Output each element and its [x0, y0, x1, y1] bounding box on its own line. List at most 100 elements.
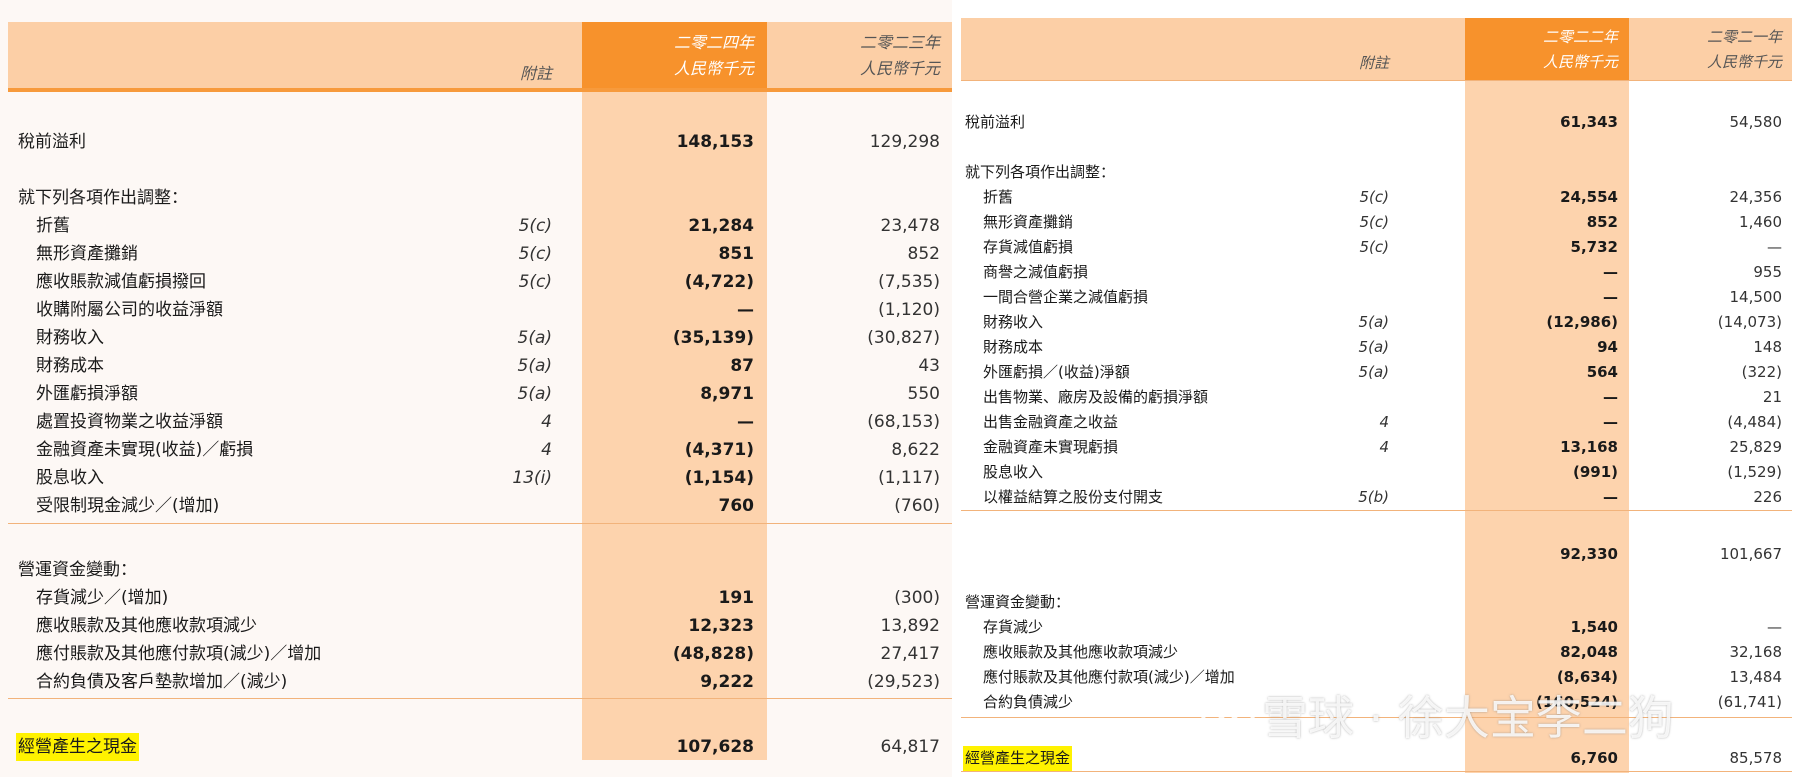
table-row: 存貨減值虧損 5(c) 5,732 — [953, 235, 1800, 263]
value-2022: — [1603, 388, 1618, 406]
value-2022: 6,760 [1570, 749, 1618, 767]
row-label: 金融資產未實現(收益)／虧損 [36, 440, 254, 460]
table-row: 應收賬款及其他應收款項減少 12,323 13,892 [0, 612, 952, 640]
value-2021: 955 [1753, 263, 1782, 281]
value-2024: (35,139) [672, 328, 754, 348]
table-row: 出售金融資產之收益 4 — (4,484) [953, 410, 1800, 438]
row-note: 5(c) [1359, 188, 1390, 206]
row-label: 應付賬款及其他應付款項(減少)／增加 [983, 668, 1235, 686]
value-2023: (30,827) [867, 328, 940, 348]
table-row: 受限制現金減少／(增加) 760 (760) [0, 492, 952, 520]
table-row: 外匯虧損／(收益)淨額 5(a) 564 (322) [953, 360, 1800, 388]
value-2021: (14,073) [1717, 313, 1782, 331]
value-2022: 92,330 [1560, 545, 1618, 563]
table-row: 稅前溢利 148,153 129,298 [0, 128, 952, 156]
divider [8, 698, 952, 699]
value-2023: 23,478 [880, 216, 940, 236]
header-underline [961, 80, 1792, 81]
row-label: 無形資產攤銷 [36, 244, 138, 264]
table-row: 股息收入 13(i) (1,154) (1,117) [0, 464, 952, 492]
row-label: 應付賬款及其他應付款項(減少)／增加 [36, 644, 322, 664]
total-row: 經營產生之現金 107,628 64,817 [0, 733, 952, 761]
row-label: 財務收入 [983, 313, 1044, 331]
row-note: 5(a) [517, 356, 553, 376]
row-label: 應收賬款減值虧損撥回 [36, 272, 206, 292]
value-2022: — [1603, 488, 1618, 506]
row-note: 13(i) [512, 468, 552, 488]
value-2021: (1,529) [1727, 463, 1782, 481]
row-label: 處置投資物業之收益淨額 [36, 412, 223, 432]
table-row: 一間合營企業之減值虧損 — 14,500 [953, 285, 1800, 313]
value-2024: 9,222 [700, 672, 754, 692]
row-note: 4 [541, 440, 552, 460]
col2-unit: 人民幣千元 [1706, 53, 1782, 71]
value-2021: 85,578 [1729, 749, 1783, 767]
table-row: 金融資產未實現虧損 4 13,168 25,829 [953, 435, 1800, 463]
value-2021: 25,829 [1729, 438, 1783, 456]
value-2023: (300) [894, 588, 940, 608]
table-row: 折舊 5(c) 24,554 24,356 [953, 185, 1800, 213]
value-2021: 13,484 [1729, 668, 1783, 686]
value-2024: 851 [718, 244, 755, 264]
value-2022: 564 [1586, 363, 1618, 381]
value-2021: 21 [1762, 388, 1782, 406]
row-note: 5(a) [1358, 363, 1389, 381]
row-note: 4 [1379, 413, 1389, 431]
total-row: 經營產生之現金 6,760 85,578 [953, 746, 1800, 774]
col2-year: 二零二三年 [859, 33, 940, 52]
row-label: 應收賬款及其他應收款項減少 [983, 643, 1179, 661]
col1-unit: 人民幣千元 [673, 59, 754, 78]
table-row: 應付賬款及其他應付款項(減少)／增加 (48,828) 27,417 [0, 640, 952, 668]
row-label: 營運資金變動： [18, 560, 137, 580]
value-2022: 13,168 [1560, 438, 1618, 456]
row-note: 5(a) [517, 384, 553, 404]
divider [8, 523, 952, 524]
cashflow-table-2022: 附註 二零二二年 人民幣千元 二零二一年 人民幣千元 稅前溢利 61,343 5… [953, 0, 1800, 777]
value-2023: 27,417 [880, 644, 940, 664]
col1-year: 二零二四年 [673, 33, 754, 52]
table-row: 存貨減少／(增加) 191 (300) [0, 584, 952, 612]
row-note: 5(b) [1358, 488, 1389, 506]
row-label: 合約負債及客戶墊款增加／(減少) [36, 672, 288, 692]
row-note: 5(a) [1358, 338, 1389, 356]
value-2024: (4,371) [684, 440, 754, 460]
row-note: 5(c) [1359, 213, 1390, 231]
row-label: 受限制現金減少／(增加) [36, 496, 220, 516]
value-2021: 226 [1753, 488, 1782, 506]
row-label: 無形資產攤銷 [983, 213, 1074, 231]
row-label: 存貨減少 [983, 618, 1044, 636]
table-row: 財務成本 5(a) 94 148 [953, 335, 1800, 363]
xueqiu-logo-icon [1200, 694, 1256, 750]
value-2022: 5,732 [1570, 238, 1618, 256]
value-2023: 550 [907, 384, 940, 404]
value-2023: 8,622 [891, 440, 940, 460]
table-row: 合約負債及客戶墊款增加／(減少) 9,222 (29,523) [0, 668, 952, 696]
value-2023: (68,153) [867, 412, 940, 432]
col1-unit: 人民幣千元 [1542, 53, 1618, 71]
row-label: 就下列各項作出調整： [18, 188, 188, 208]
value-2022: (12,986) [1546, 313, 1618, 331]
value-2024: 107,628 [676, 737, 754, 757]
section-heading: 就下列各項作出調整： [0, 184, 952, 212]
row-label: 外匯虧損淨額 [36, 384, 138, 404]
note-column-header: 附註 [1358, 54, 1389, 72]
value-2024: 8,971 [700, 384, 754, 404]
value-2023: 852 [907, 244, 940, 264]
value-2021: — [1767, 238, 1782, 256]
table-row: 稅前溢利 61,343 54,580 [953, 110, 1800, 138]
cashflow-table-2024: 附註 二零二四年 人民幣千元 二零二三年 人民幣千元 稅前溢利 148,153 … [0, 0, 952, 777]
value-2022: — [1603, 263, 1618, 281]
value-2024: 12,323 [688, 616, 754, 636]
row-note: 5(c) [1359, 238, 1390, 256]
value-2022: — [1603, 413, 1618, 431]
value-2024: — [737, 412, 754, 432]
row-label: 股息收入 [983, 463, 1044, 481]
value-2024: (1,154) [684, 468, 754, 488]
row-label: 財務成本 [983, 338, 1044, 356]
row-label: 存貨減值虧損 [983, 238, 1074, 256]
value-2024: — [737, 300, 754, 320]
table-row: 金融資產未實現(收益)／虧損 4 (4,371) 8,622 [0, 436, 952, 464]
row-label: 稅前溢利 [965, 113, 1026, 131]
value-2022: 61,343 [1560, 113, 1618, 131]
row-label: 以權益結算之股份支付開支 [983, 488, 1164, 506]
